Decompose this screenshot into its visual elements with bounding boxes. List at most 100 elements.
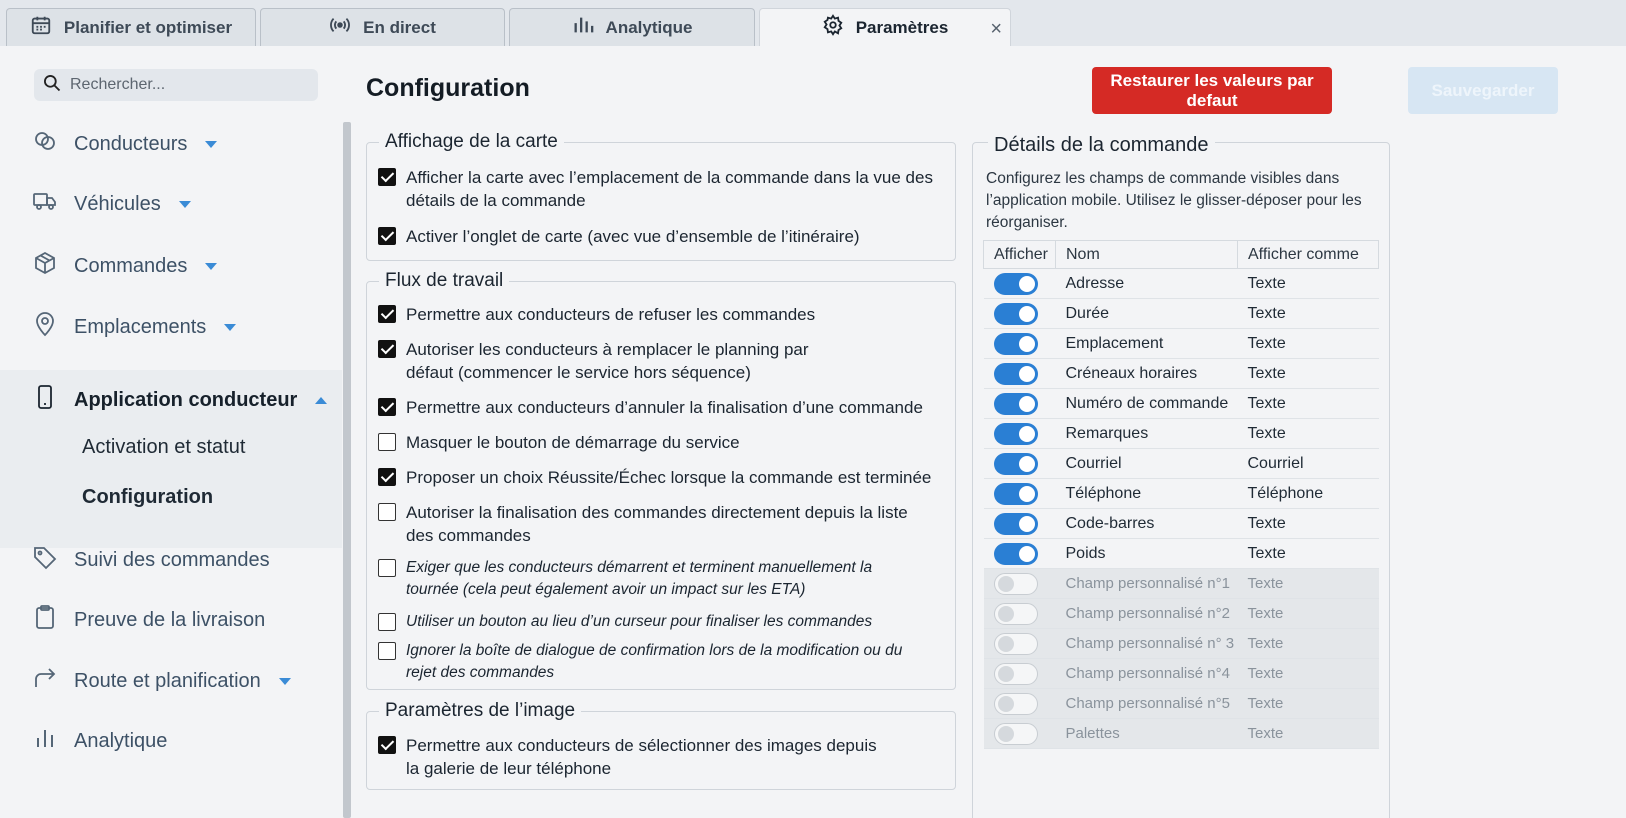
table-row[interactable]: Champ personnalisé n°5 Texte <box>983 688 1379 719</box>
tab-label: Analytique <box>605 17 693 37</box>
checkbox[interactable] <box>378 398 396 416</box>
sidebar-subitem-activation[interactable]: Activation et statut <box>82 436 245 459</box>
show-toggle[interactable] <box>993 512 1038 535</box>
field-name: Courriel <box>1055 448 1238 479</box>
close-icon[interactable]: × <box>990 18 1002 41</box>
sidebar-item-locations[interactable]: Emplacements <box>0 297 342 357</box>
table-row[interactable]: Champ personnalisé n°1 Texte <box>983 568 1379 599</box>
table-row[interactable]: Champ personnalisé n°2 Texte <box>983 598 1379 629</box>
tab-live[interactable]: En direct <box>260 8 505 46</box>
checkbox[interactable] <box>378 503 396 521</box>
show-toggle[interactable] <box>993 392 1038 415</box>
search-input[interactable] <box>70 76 300 94</box>
option-manual-route[interactable]: Exiger que les conducteurs démarrent et … <box>378 557 908 601</box>
checkbox[interactable] <box>378 559 396 577</box>
table-row[interactable]: Numéro de commande Texte <box>983 388 1379 419</box>
search-box[interactable] <box>34 69 318 101</box>
table-row[interactable]: Code-barres Texte <box>983 508 1379 539</box>
sidebar-scrollbar[interactable] <box>343 122 351 818</box>
table-row[interactable]: Palettes Texte <box>983 718 1379 749</box>
table-row[interactable]: Courriel Courriel <box>983 448 1379 479</box>
show-toggle-cell <box>983 328 1056 359</box>
table-row[interactable]: Champ personnalisé n°4 Texte <box>983 658 1379 689</box>
checkbox[interactable] <box>378 433 396 451</box>
option-label: Autoriser la finalisation des commandes … <box>406 503 908 545</box>
option-refuse-orders[interactable]: Permettre aux conducteurs de refuser les… <box>378 303 938 326</box>
show-toggle[interactable] <box>993 572 1038 595</box>
field-display-as: Texte <box>1237 538 1379 569</box>
show-toggle[interactable] <box>993 422 1038 445</box>
field-display-as: Texte <box>1237 388 1379 419</box>
field-display-as: Texte <box>1237 358 1379 389</box>
sidebar-item-orders[interactable]: Commandes <box>0 236 342 296</box>
sidebar-subitem-configuration[interactable]: Configuration <box>82 486 213 509</box>
option-skip-confirmation[interactable]: Ignorer la boîte de dialogue de confirma… <box>378 640 928 684</box>
chevron-down-icon <box>224 323 237 331</box>
table-row[interactable]: Emplacement Texte <box>983 328 1379 359</box>
table-row[interactable]: Remarques Texte <box>983 418 1379 449</box>
show-toggle[interactable] <box>993 722 1038 745</box>
option-success-failure[interactable]: Proposer un choix Réussite/Échec lorsque… <box>378 466 938 489</box>
bar-chart-icon <box>572 14 594 41</box>
mobile-phone-icon <box>32 384 58 416</box>
option-label: Afficher la carte avec l’emplacement de … <box>406 168 933 210</box>
tab-settings[interactable]: Paramètres × <box>759 8 1011 46</box>
order-fields-table: Afficher Nom Afficher comme Adresse Texte… <box>983 240 1379 749</box>
option-finalize-from-list[interactable]: Autoriser la finalisation des commandes … <box>378 501 938 547</box>
checkbox[interactable] <box>378 468 396 486</box>
sidebar-item-drivers[interactable]: Conducteurs <box>0 114 342 174</box>
show-toggle[interactable] <box>993 662 1038 685</box>
checkbox[interactable] <box>378 736 396 754</box>
restore-defaults-button[interactable]: Restaurer les valeurs par defaut <box>1092 67 1332 114</box>
show-toggle[interactable] <box>993 362 1038 385</box>
sidebar-item-route-planning[interactable]: Route et planification <box>0 651 342 711</box>
checkbox[interactable] <box>378 227 396 245</box>
checkbox[interactable] <box>378 613 396 631</box>
tab-analytics[interactable]: Analytique <box>509 8 755 46</box>
checkbox[interactable] <box>378 168 396 186</box>
sidebar-item-proof-of-delivery[interactable]: Preuve de la livraison <box>0 590 342 650</box>
show-toggle[interactable] <box>993 272 1038 295</box>
checkbox[interactable] <box>378 305 396 323</box>
table-row[interactable]: Durée Texte <box>983 298 1379 329</box>
sidebar-item-vehicles[interactable]: Véhicules <box>0 174 342 234</box>
sidebar-item-driver-app[interactable]: Application conducteur <box>0 370 342 430</box>
table-row[interactable]: Téléphone Téléphone <box>983 478 1379 509</box>
checkbox[interactable] <box>378 340 396 358</box>
option-button-instead-slider[interactable]: Utiliser un bouton au lieu d’un curseur … <box>378 611 938 633</box>
table-row[interactable]: Créneaux horaires Texte <box>983 358 1379 389</box>
show-toggle[interactable] <box>993 452 1038 475</box>
table-row[interactable]: Adresse Texte <box>983 268 1379 299</box>
option-cancel-finalization[interactable]: Permettre aux conducteurs d’annuler la f… <box>378 396 938 419</box>
table-row[interactable]: Poids Texte <box>983 538 1379 569</box>
option-gallery-images[interactable]: Permettre aux conducteurs de sélectionne… <box>378 734 878 780</box>
show-toggle[interactable] <box>993 542 1038 565</box>
sidebar-item-order-tracking[interactable]: Suivi des commandes <box>0 530 342 590</box>
group-title: Flux de travail <box>385 270 504 291</box>
field-display-as: Téléphone <box>1237 478 1379 509</box>
option-override-schedule[interactable]: Autoriser les conducteurs à remplacer le… <box>378 338 848 384</box>
show-toggle[interactable] <box>993 302 1038 325</box>
show-toggle[interactable] <box>993 332 1038 355</box>
tab-plan-optimize[interactable]: Planifier et optimiser <box>6 8 256 46</box>
tab-label: Planifier et optimiser <box>63 17 233 37</box>
save-button[interactable]: Sauvegarder <box>1408 67 1558 114</box>
field-display-as: Texte <box>1237 658 1379 689</box>
show-toggle[interactable] <box>993 482 1038 505</box>
tag-icon <box>32 544 58 576</box>
option-label: Permettre aux conducteurs de sélectionne… <box>406 736 877 778</box>
checkbox[interactable] <box>378 642 396 660</box>
chevron-down-icon <box>205 262 218 270</box>
table-row[interactable]: Champ personnalisé n° 3 Texte <box>983 628 1379 659</box>
column-header-display-as: Afficher comme <box>1237 240 1379 269</box>
sidebar-item-analytics[interactable]: Analytique <box>0 711 342 771</box>
option-show-map[interactable]: Afficher la carte avec l’emplacement de … <box>378 166 938 212</box>
option-map-tab[interactable]: Activer l’onglet de carte (avec vue d’en… <box>378 225 938 248</box>
chevron-down-icon <box>178 200 191 208</box>
field-name: Champ personnalisé n° 3 <box>1055 628 1238 659</box>
field-name: Téléphone <box>1055 478 1238 509</box>
show-toggle[interactable] <box>993 692 1038 715</box>
show-toggle[interactable] <box>993 632 1038 655</box>
show-toggle[interactable] <box>993 602 1038 625</box>
option-hide-start-button[interactable]: Masquer le bouton de démarrage du servic… <box>378 431 938 454</box>
